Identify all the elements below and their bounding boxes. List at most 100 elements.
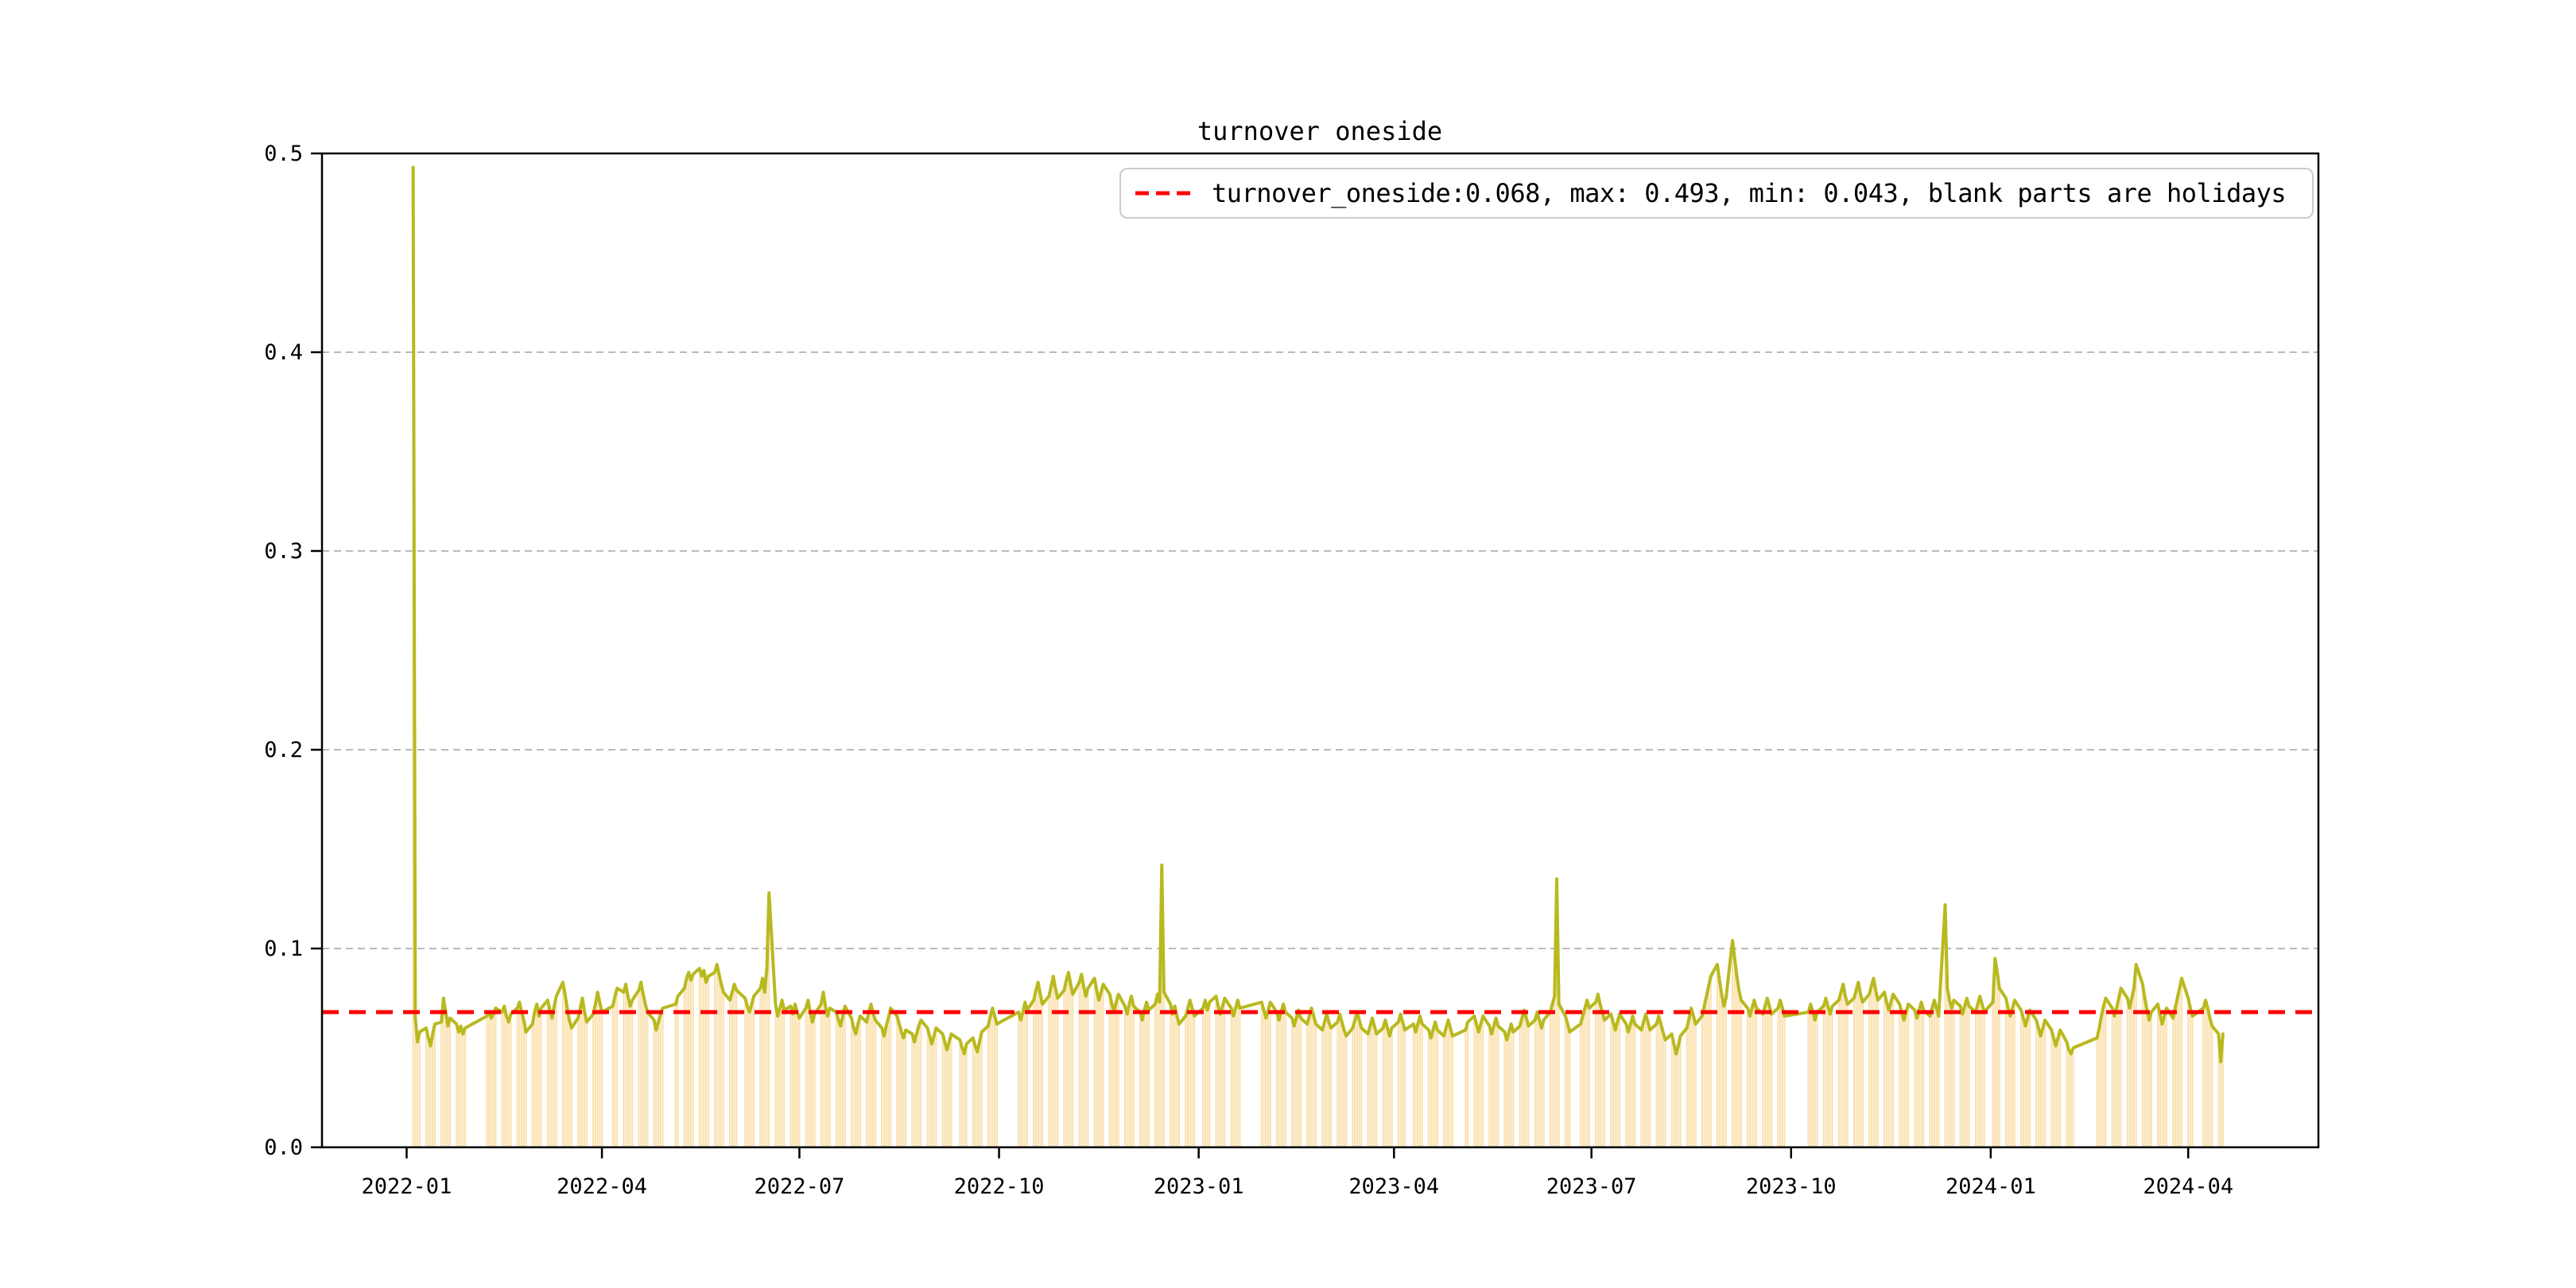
daily-turnover-bar bbox=[448, 1018, 452, 1147]
chart-title: turnover oneside bbox=[1197, 116, 1442, 146]
daily-turnover-bar bbox=[1692, 1016, 1695, 1147]
daily-turnover-bar bbox=[1375, 1034, 1378, 1147]
daily-turnover-bar bbox=[744, 998, 747, 1147]
daily-turnover-bar bbox=[1338, 1014, 1341, 1147]
daily-turnover-bar bbox=[2057, 1038, 2059, 1147]
daily-turnover-bar bbox=[457, 1032, 460, 1147]
daily-turnover-bar bbox=[1766, 998, 1768, 1147]
daily-turnover-bar bbox=[2019, 1010, 2023, 1147]
daily-turnover-bar bbox=[1432, 1030, 1434, 1147]
daily-turnover-bar bbox=[1265, 1018, 1267, 1147]
daily-turnover-bar bbox=[733, 984, 735, 1147]
daily-turnover-bar bbox=[2044, 1020, 2046, 1147]
daily-turnover-bar bbox=[1275, 1012, 1278, 1147]
daily-turnover-bar bbox=[456, 1024, 458, 1147]
daily-turnover-bar bbox=[2035, 1020, 2038, 1147]
daily-turnover-bar bbox=[1992, 1002, 1994, 1147]
daily-turnover-bar bbox=[1284, 1012, 1286, 1147]
daily-turnover-bar bbox=[1156, 994, 1158, 1147]
daily-turnover-bar bbox=[2159, 1014, 2161, 1147]
daily-turnover-bar bbox=[1219, 1014, 1222, 1147]
daily-turnover-bar bbox=[1278, 1020, 1280, 1147]
daily-turnover-bar bbox=[1298, 1010, 1300, 1147]
daily-turnover-bar bbox=[685, 978, 688, 1147]
daily-turnover-bar bbox=[1417, 1024, 1419, 1147]
daily-turnover-bar bbox=[2187, 998, 2190, 1147]
daily-turnover-bar bbox=[935, 1028, 937, 1147]
daily-turnover-bar bbox=[1679, 1036, 1682, 1147]
y-tick-label: 0.1 bbox=[264, 937, 303, 961]
daily-turnover-bar bbox=[1922, 1010, 1925, 1147]
daily-turnover-bar bbox=[1477, 1032, 1480, 1147]
daily-turnover-bar bbox=[1783, 1016, 1786, 1147]
daily-turnover-bar bbox=[930, 1044, 933, 1147]
daily-turnover-bar bbox=[1595, 1002, 1597, 1147]
daily-turnover-bar bbox=[2202, 1008, 2205, 1147]
daily-turnover-bar bbox=[978, 1042, 981, 1147]
daily-turnover-bar bbox=[1631, 1016, 1634, 1147]
daily-turnover-bar bbox=[1887, 1010, 1890, 1147]
daily-turnover-bar bbox=[1330, 1028, 1333, 1147]
matplotlib-figure: turnover oneside 0.0 0.1 0.2 0.3 0.4 0.5 2022-… bbox=[0, 0, 2576, 1288]
daily-turnover-bar bbox=[2150, 1012, 2152, 1147]
daily-turnover-bar bbox=[1473, 1016, 1476, 1147]
daily-turnover-bar bbox=[440, 1022, 443, 1147]
daily-turnover-bar bbox=[716, 964, 718, 1147]
daily-turnover-bar bbox=[976, 1052, 979, 1147]
daily-turnover-bar bbox=[1356, 1012, 1358, 1147]
daily-turnover-bar bbox=[561, 982, 564, 1147]
daily-turnover-bar bbox=[1321, 1030, 1324, 1147]
daily-turnover-bar bbox=[1234, 1008, 1237, 1147]
daily-turnover-bar bbox=[644, 1004, 646, 1147]
daily-turnover-bar bbox=[1388, 1036, 1391, 1147]
daily-turnover-bar bbox=[1938, 1016, 1940, 1147]
daily-turnover-bar bbox=[1540, 1028, 1542, 1147]
daily-turnover-bar bbox=[961, 1048, 964, 1147]
daily-turnover-bar bbox=[537, 1016, 541, 1147]
daily-turnover-bar bbox=[1755, 1008, 1758, 1147]
daily-turnover-bar bbox=[718, 974, 720, 1147]
daily-turnover-bar bbox=[2111, 1008, 2113, 1147]
daily-turnover-bar bbox=[1519, 1026, 1521, 1147]
line-series-layer bbox=[411, 165, 2225, 1064]
daily-turnover-bar bbox=[2131, 998, 2133, 1147]
x-tick-label: 2024-04 bbox=[2143, 1174, 2233, 1199]
daily-turnover-bar bbox=[1933, 1000, 1935, 1147]
daily-turnover-bar bbox=[1876, 1000, 1880, 1147]
daily-turnover-bar bbox=[1418, 1016, 1422, 1147]
daily-turnover-bar bbox=[1202, 1008, 1205, 1147]
daily-turnover-bar bbox=[2204, 1000, 2207, 1147]
daily-turnover-bar bbox=[974, 1046, 976, 1147]
daily-turnover-bar bbox=[1686, 1028, 1688, 1147]
daily-turnover-bar bbox=[1022, 1012, 1024, 1147]
daily-turnover-bar bbox=[1844, 996, 1847, 1147]
legend: turnover_oneside:0.068, max: 0.493, min:… bbox=[1119, 168, 2314, 219]
daily-turnover-bar bbox=[2176, 998, 2178, 1147]
daily-turnover-bar bbox=[1158, 1002, 1161, 1147]
daily-turnover-bar bbox=[1723, 1006, 1725, 1147]
daily-turnover-bar bbox=[1367, 1034, 1369, 1147]
daily-turnover-bar bbox=[1569, 1032, 1571, 1147]
y-tick-label: 0.2 bbox=[264, 738, 303, 762]
daily-turnover-bar bbox=[655, 1030, 658, 1147]
daily-turnover-bar bbox=[1643, 1022, 1645, 1147]
daily-turnover-bar bbox=[1442, 1036, 1445, 1147]
daily-turnover-bar bbox=[1208, 1002, 1211, 1147]
daily-turnover-bar bbox=[918, 1026, 920, 1147]
daily-turnover-bar bbox=[1935, 1008, 1938, 1147]
daily-turnover-bar bbox=[1263, 1010, 1265, 1147]
daily-turnover-bar bbox=[1033, 1000, 1035, 1147]
daily-turnover-bar bbox=[2007, 1008, 2009, 1147]
daily-turnover-bar bbox=[661, 1008, 664, 1147]
daily-turnover-bar bbox=[625, 984, 627, 1147]
daily-turnover-bar bbox=[1449, 1028, 1452, 1147]
daily-turnover-bar bbox=[1402, 1022, 1404, 1147]
daily-turnover-bar bbox=[1488, 1026, 1491, 1147]
daily-turnover-bar bbox=[1736, 976, 1738, 1147]
daily-turnover-bar bbox=[1230, 1008, 1232, 1147]
daily-turnover-bar bbox=[881, 1028, 883, 1147]
daily-turnover-bar bbox=[1117, 994, 1119, 1147]
daily-turnover-bar bbox=[826, 1016, 829, 1147]
daily-turnover-bar bbox=[1527, 1026, 1530, 1147]
daily-turnover-bar bbox=[531, 1024, 533, 1147]
